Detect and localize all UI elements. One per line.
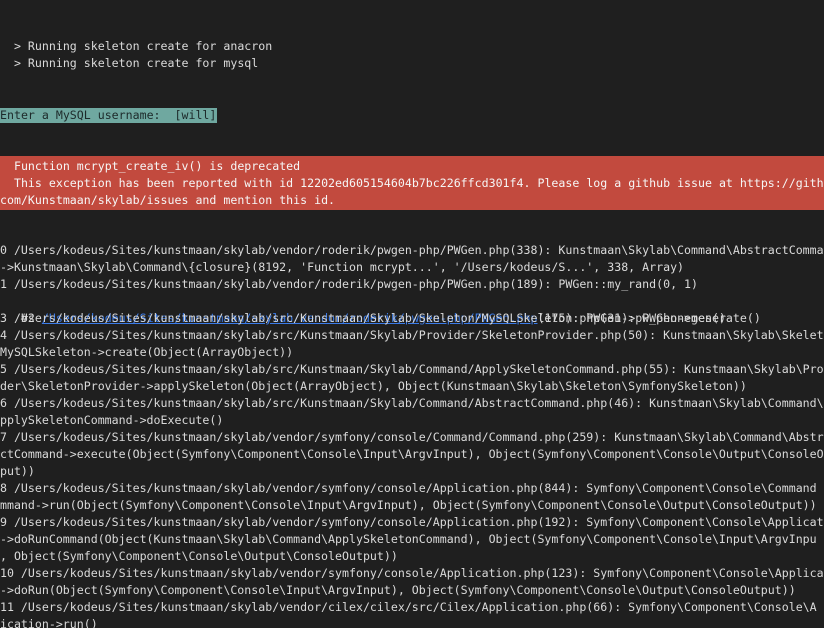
error-block: Function mcrypt_create_iv() is deprecate… xyxy=(0,156,824,210)
output-line-running-mysql: > Running skeleton create for mysql xyxy=(0,56,259,70)
trace-line: #0 /Users/kodeus/Sites/kunstmaan/skylab/… xyxy=(0,243,824,257)
trace-line: #3 /Users/kodeus/Sites/kunstmaan/skylab/… xyxy=(0,311,761,325)
trace-line: tput)) xyxy=(0,464,35,478)
trace-line: d->Kunstmaan\Skylab\Command\{closure}(81… xyxy=(0,260,685,274)
trace-line: ommand->run(Object(Symfony\Component\Con… xyxy=(0,498,817,512)
trace-line: ), Object(Symfony\Component\Console\Outp… xyxy=(0,549,398,563)
trace-line: #6 /Users/kodeus/Sites/kunstmaan/skylab/… xyxy=(0,396,824,410)
trace-line: ApplySkeletonCommand->doExecute() xyxy=(0,413,224,427)
output-line-running-anacron: > Running skeleton create for anacron xyxy=(0,39,273,53)
trace-line: #9 /Users/kodeus/Sites/kunstmaan/skylab/… xyxy=(0,515,824,529)
trace-line: n->doRunCommand(Object(Kunstmaan\Skylab\… xyxy=(0,532,817,546)
error-message-line-2: com/Kunstmaan/skylab/issues and mention … xyxy=(0,193,336,207)
trace-line: lication->run() xyxy=(0,617,98,628)
trace-line: #5 /Users/kodeus/Sites/kunstmaan/skylab/… xyxy=(0,362,824,376)
trace-line: n->doRun(Object(Symfony\Component\Consol… xyxy=(0,583,796,597)
trace-line: #11 /Users/kodeus/Sites/kunstmaan/skylab… xyxy=(0,600,817,614)
trace-line: #4 /Users/kodeus/Sites/kunstmaan/skylab/… xyxy=(0,328,824,342)
trace-line: #8 /Users/kodeus/Sites/kunstmaan/skylab/… xyxy=(0,481,817,495)
trace-line: #10 /Users/kodeus/Sites/kunstmaan/skylab… xyxy=(0,566,824,580)
trace-line: ider\SkeletonProvider->applySkeleton(Obj… xyxy=(0,379,747,393)
trace-line-with-link: #2 /Users/kodeus/Sites/kunstmaan/skylab/… xyxy=(0,293,726,325)
error-title: Function mcrypt_create_iv() is deprecate… xyxy=(0,159,301,173)
trace-line: actCommand->execute(Object(Symfony\Compo… xyxy=(0,447,824,461)
error-message-line-1: This exception has been reported with id… xyxy=(0,176,824,190)
trace-line: #7 /Users/kodeus/Sites/kunstmaan/skylab/… xyxy=(0,430,824,444)
trace-line: \MySQLSkeleton->create(Object(ArrayObjec… xyxy=(0,345,294,359)
terminal-window[interactable]: > Running skeleton create for anacron > … xyxy=(0,0,824,628)
mysql-username-prompt[interactable]: Enter a MySQL username: [will] xyxy=(0,108,218,123)
trace-line: #1 /Users/kodeus/Sites/kunstmaan/skylab/… xyxy=(0,277,698,291)
